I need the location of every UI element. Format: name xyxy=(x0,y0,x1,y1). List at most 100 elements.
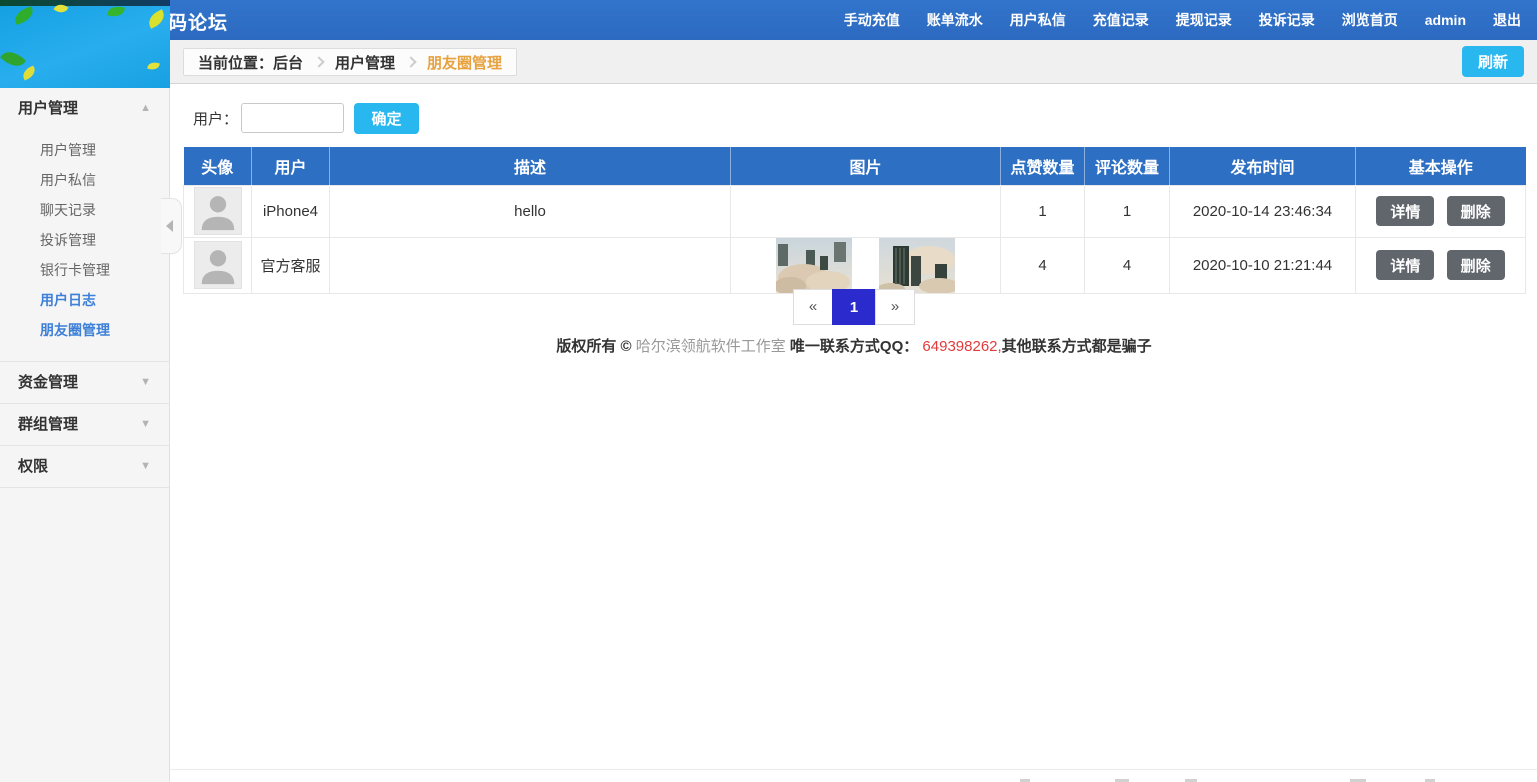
footer-contact-label: 唯一联系方式QQ： xyxy=(790,338,918,355)
published-cell: 2020-10-10 21:21:44 xyxy=(1170,237,1356,293)
chevron-down-icon: ▼ xyxy=(140,446,151,487)
refresh-button[interactable]: 刷新 xyxy=(1462,46,1524,77)
sidebar-item-chat-records[interactable]: 聊天记录 xyxy=(0,195,169,225)
nav-manual-recharge[interactable]: 手动充值 xyxy=(844,10,900,30)
user-cell: 官方客服 xyxy=(252,237,330,293)
col-header-comments: 评论数量 xyxy=(1085,147,1170,185)
col-header-images: 图片 xyxy=(731,147,1001,185)
sidebar-collapse-handle[interactable] xyxy=(161,198,182,254)
leaf-icon xyxy=(146,9,168,28)
sidebar-item-complaint-management[interactable]: 投诉管理 xyxy=(0,225,169,255)
delete-button[interactable]: 删除 xyxy=(1447,196,1505,226)
leaf-icon xyxy=(107,4,125,18)
sidebar-group-user-management: 用户管理 ▲ 用户管理 用户私信 聊天记录 投诉管理 银行卡管理 用户日志 朋友… xyxy=(0,88,169,362)
footer-copyright-text: 版权所有 © xyxy=(556,338,631,355)
breadcrumb-location: 当前位置：后台 xyxy=(198,52,303,73)
admin-page: 数码论坛 手动充值 账单流水 用户私信 充值记录 提现记录 投诉记录 浏览首页 … xyxy=(0,0,1537,782)
nav-bill-flow[interactable]: 账单流水 xyxy=(927,10,983,30)
next-page-button[interactable]: » xyxy=(875,289,915,325)
sidebar-group-header-groups[interactable]: 群组管理 ▼ xyxy=(0,404,169,445)
chevron-right-icon xyxy=(313,56,324,67)
user-search-input[interactable] xyxy=(241,103,344,133)
detail-button[interactable]: 详情 xyxy=(1376,196,1434,226)
user-cell: iPhone4 xyxy=(252,185,330,237)
confirm-button[interactable]: 确定 xyxy=(354,103,419,134)
sidebar-group-label: 用户管理 xyxy=(18,100,78,117)
avatar-cell xyxy=(184,185,252,237)
sidebar-group-label: 资金管理 xyxy=(18,374,78,391)
avatar xyxy=(194,241,242,289)
delete-button[interactable]: 删除 xyxy=(1447,250,1505,280)
sidebar-group-header-user-management[interactable]: 用户管理 ▲ xyxy=(0,88,169,129)
moments-table: 头像 用户 描述 图片 点赞数量 评论数量 发布时间 基本操作 i xyxy=(183,147,1526,294)
col-header-likes: 点赞数量 xyxy=(1001,147,1085,185)
detail-button[interactable]: 详情 xyxy=(1376,250,1434,280)
leaf-icon xyxy=(0,47,26,72)
page-1-button[interactable]: 1 xyxy=(832,289,876,325)
published-cell: 2020-10-14 23:46:34 xyxy=(1170,185,1356,237)
post-image-city-demolition-1[interactable] xyxy=(776,238,852,293)
sidebar-sublist: 用户管理 用户私信 聊天记录 投诉管理 银行卡管理 用户日志 朋友圈管理 xyxy=(0,129,169,361)
sidebar-item-user-logs[interactable]: 用户日志 xyxy=(0,285,169,315)
images-cell xyxy=(731,237,1001,293)
comments-cell: 4 xyxy=(1085,237,1170,293)
description-cell: hello xyxy=(330,185,731,237)
sidebar-item-user-management[interactable]: 用户管理 xyxy=(0,135,169,165)
logo-top-strip xyxy=(0,0,170,6)
footer-studio-link[interactable]: 哈尔滨领航软件工作室 xyxy=(636,338,786,355)
breadcrumb: 当前位置：后台 用户管理 朋友圈管理 xyxy=(183,48,517,76)
actions-cell: 详情 删除 xyxy=(1356,185,1526,237)
nav-browse-home[interactable]: 浏览首页 xyxy=(1342,10,1398,30)
likes-cell: 4 xyxy=(1001,237,1085,293)
sidebar-group-label: 群组管理 xyxy=(18,416,78,433)
user-search-label: 用户： xyxy=(193,108,238,129)
chevron-left-icon xyxy=(166,220,173,232)
table-row: iPhone4 hello 1 1 2020-10-14 23:46:34 详情… xyxy=(184,185,1526,237)
nav-withdraw-records[interactable]: 提现记录 xyxy=(1176,10,1232,30)
screen-edge-artifact xyxy=(170,769,1537,782)
top-header-bar: 数码论坛 手动充值 账单流水 用户私信 充值记录 提现记录 投诉记录 浏览首页 … xyxy=(0,0,1537,40)
col-header-avatar: 头像 xyxy=(184,147,252,185)
leaf-icon xyxy=(147,61,160,72)
table-row: 官方客服 xyxy=(184,237,1526,293)
comments-cell: 1 xyxy=(1085,185,1170,237)
top-nav: 手动充值 账单流水 用户私信 充值记录 提现记录 投诉记录 浏览首页 admin… xyxy=(844,0,1521,40)
nav-recharge-records[interactable]: 充值记录 xyxy=(1093,10,1149,30)
leaf-icon xyxy=(21,66,38,81)
col-header-user: 用户 xyxy=(252,147,330,185)
breadcrumb-current: 朋友圈管理 xyxy=(427,52,502,73)
sidebar-item-bankcard-management[interactable]: 银行卡管理 xyxy=(0,255,169,285)
actions-cell: 详情 删除 xyxy=(1356,237,1526,293)
site-logo[interactable] xyxy=(0,0,170,88)
sidebar: 用户管理 ▲ 用户管理 用户私信 聊天记录 投诉管理 银行卡管理 用户日志 朋友… xyxy=(0,88,170,782)
prev-page-button[interactable]: « xyxy=(793,289,833,325)
col-header-description: 描述 xyxy=(330,147,731,185)
post-image-city-demolition-2[interactable] xyxy=(879,238,955,293)
footer-copyright: 版权所有 © 哈尔滨领航软件工作室 唯一联系方式QQ： 649398262,其他… xyxy=(183,335,1525,356)
sidebar-group-label: 权限 xyxy=(18,458,48,475)
breadcrumb-parent[interactable]: 用户管理 xyxy=(335,52,395,73)
avatar xyxy=(194,187,242,235)
col-header-actions: 基本操作 xyxy=(1356,147,1526,185)
search-row: 用户： 确定 xyxy=(193,102,419,134)
footer-warning-text: 其他联系方式都是骗子 xyxy=(1002,338,1152,355)
likes-cell: 1 xyxy=(1001,185,1085,237)
nav-user-messages[interactable]: 用户私信 xyxy=(1010,10,1066,30)
avatar-cell xyxy=(184,237,252,293)
sidebar-item-moments-management[interactable]: 朋友圈管理 xyxy=(0,315,169,345)
sidebar-item-user-messages[interactable]: 用户私信 xyxy=(0,165,169,195)
nav-admin-account[interactable]: admin xyxy=(1425,12,1466,28)
sidebar-group-funds: 资金管理 ▼ xyxy=(0,362,169,404)
sidebar-group-permissions: 权限 ▼ xyxy=(0,446,169,488)
chevron-up-icon: ▲ xyxy=(140,88,151,129)
chevron-right-icon xyxy=(405,56,416,67)
description-cell xyxy=(330,237,731,293)
sidebar-group-header-funds[interactable]: 资金管理 ▼ xyxy=(0,362,169,403)
sidebar-group-header-permissions[interactable]: 权限 ▼ xyxy=(0,446,169,487)
chevron-down-icon: ▼ xyxy=(140,362,151,403)
breadcrumb-bar: 当前位置：后台 用户管理 朋友圈管理 刷新 xyxy=(0,40,1537,84)
nav-complaint-records[interactable]: 投诉记录 xyxy=(1259,10,1315,30)
chevron-down-icon: ▼ xyxy=(140,404,151,445)
table-header-row: 头像 用户 描述 图片 点赞数量 评论数量 发布时间 基本操作 xyxy=(184,147,1526,185)
nav-logout[interactable]: 退出 xyxy=(1493,10,1521,30)
